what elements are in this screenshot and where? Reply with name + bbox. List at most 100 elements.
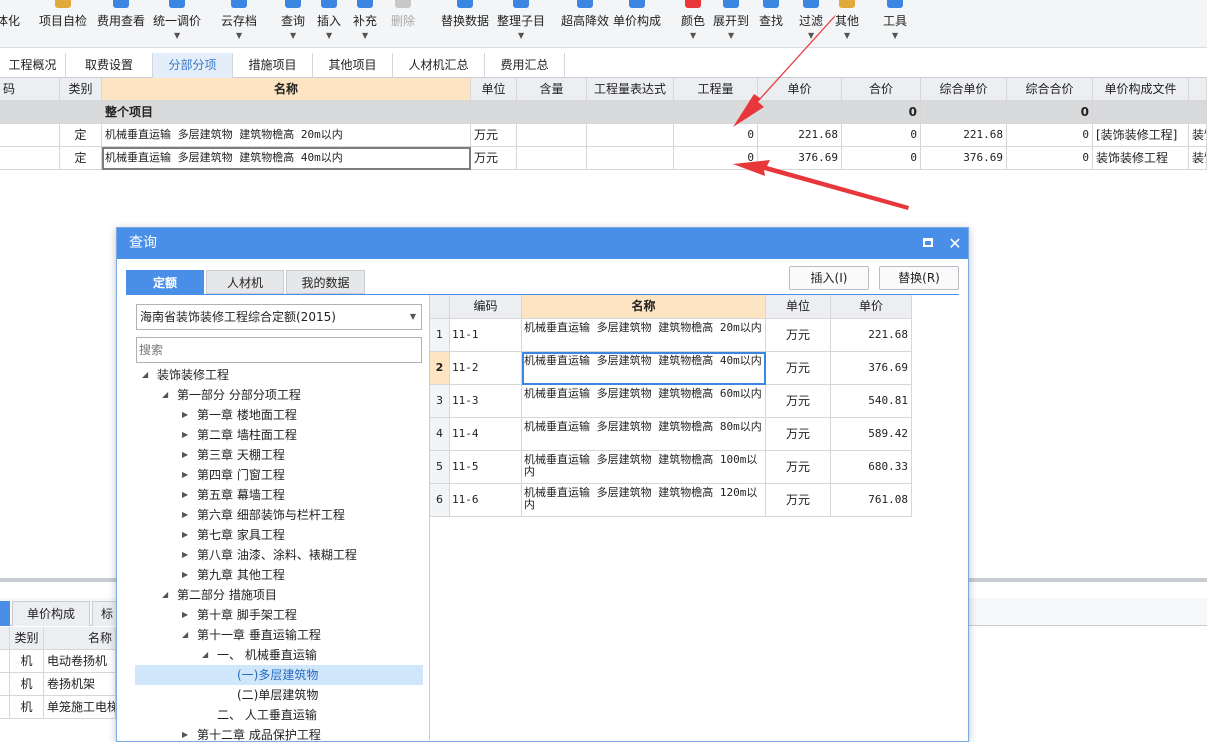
close-icon[interactable]: ✕ [947,228,963,259]
bottom-header-name[interactable]: 名称 [44,627,116,650]
tree-node[interactable]: ▶ 第二章 墙柱面工程 [135,425,423,445]
tree-node[interactable]: ▶ 第四章 门窗工程 [135,465,423,485]
tree-node[interactable]: ▶ 第六章 细部装饰与栏杆工程 [135,505,423,525]
dialog-tab-labor-material[interactable]: 人材机 [206,270,284,294]
table-row[interactable]: 3 11-3 机械垂直运输 多层建筑物 建筑物檐高 60m以内 万元 540.8… [430,385,912,418]
tree-node[interactable]: ▶ 第十章 脚手架工程 [135,605,423,625]
insert-button[interactable]: 插入(I) [789,266,869,290]
row-content[interactable] [517,147,587,170]
tree-node[interactable]: ◢ 一、 机械垂直运输 [135,645,423,665]
row-unit[interactable]: 万元 [471,147,517,170]
tree-node[interactable]: ◢ 装饰装修工程 [135,365,423,385]
quota-grid: 编码 名称 单位 单价 1 11-1 机械垂直运输 多层建筑物 建筑物檐高 20… [429,295,966,740]
toolbar-btn-high-rise[interactable]: 超高降效 [558,0,612,48]
toolbar-btn-replace-data[interactable]: 替换数据 [438,0,492,48]
header-unit[interactable]: 单位 [766,295,831,319]
toolbar-btn-other[interactable]: 其他 ▼ [830,0,864,48]
query-dialog: 查询 ✕ 定额 人材机 我的数据 插入(I) 替换(R) 海南省装饰装修工程综合… [116,227,969,742]
dialog-tab-my-data[interactable]: 我的数据 [286,270,365,294]
tab-project-overview[interactable]: 工程概况 [0,53,66,78]
tree-node[interactable]: ▶ 第七章 家具工程 [135,525,423,545]
toolbar-btn-find[interactable]: 查找 [754,0,788,48]
toolbar-btn-unit-price[interactable]: 单价构成 [610,0,664,48]
maximize-icon[interactable] [923,238,933,247]
replace-button[interactable]: 替换(R) [879,266,959,290]
tree-node[interactable]: ▶ 第九章 其他工程 [135,565,423,585]
bottom-header-type[interactable]: 类别 [10,627,44,650]
toolbar-btn-supplement[interactable]: 补充 ▼ [348,0,382,48]
header-type[interactable]: 类别 [60,78,102,101]
tab-measures[interactable]: 措施项目 [233,53,313,78]
header-comp-total[interactable]: 综合合价 [1007,78,1093,101]
table-row-selected[interactable]: 2 11-2 机械垂直运输 多层建筑物 建筑物檐高 40m以内 万元 376.6… [430,352,912,385]
toolbar-btn-cloud[interactable]: 云存档 ▼ [216,0,262,48]
grid-summary-row[interactable]: 整个项目 0 0 [0,101,1207,124]
header-content[interactable]: 含量 [517,78,587,101]
table-row[interactable]: 定 机械垂直运输 多层建筑物 建筑物檐高 40m以内 万元 0 376.69 0… [0,147,1207,170]
row-price-file[interactable]: 装饰装修工程 [1093,147,1189,170]
header-price[interactable]: 单价 [758,78,842,101]
dialog-tab-quota[interactable]: 定额 [126,270,204,294]
header-code[interactable]: 编码 [450,295,522,319]
tree-node-selected[interactable]: (一)多层建筑物 [135,665,423,685]
toolbar-btn-organize[interactable]: 整理子目 ▼ [494,0,548,48]
row-content[interactable] [517,124,587,147]
row-unit[interactable]: 万元 [471,124,517,147]
row-qty-expr[interactable] [587,147,674,170]
toolbar-btn-self-check[interactable]: 项目自检 [36,0,90,48]
tab-fee-summary[interactable]: 费用汇总 [485,53,565,78]
tree-node[interactable]: ◢ 第二部分 措施项目 [135,585,423,605]
toolbar-btn-tools[interactable]: 工具 ▼ [878,0,912,48]
search-input[interactable] [136,337,422,363]
header-price[interactable]: 单价 [831,295,912,319]
header-qty[interactable]: 工程量 [674,78,758,101]
toolbar-btn-filter[interactable]: 过滤 ▼ [794,0,828,48]
tab-items[interactable]: 分部分项 [153,53,233,78]
bottom-tab-active-edge[interactable] [0,601,10,626]
toolbar-btn-query[interactable]: 查询 ▼ [276,0,310,48]
header-code[interactable]: 码 [0,78,60,101]
row-unit: 万元 [766,352,831,385]
header-comp-price[interactable]: 综合单价 [921,78,1007,101]
toolbar-btn-insert[interactable]: 插入 ▼ [312,0,346,48]
tree-node[interactable]: ▶ 第三章 天棚工程 [135,445,423,465]
tree-node[interactable]: (二)单层建筑物 [135,685,423,705]
header-name[interactable]: 名称 [522,295,766,319]
tab-labor-material-summary[interactable]: 人材机汇总 [393,53,485,78]
tree-node[interactable]: ◢ 第十一章 垂直运输工程 [135,625,423,645]
toolbar-btn-fee-view[interactable]: 费用查看 [94,0,148,48]
dialog-title[interactable]: 查询 [117,228,968,259]
tab-fee-settings[interactable]: 取费设置 [66,53,153,78]
header-unit[interactable]: 单位 [471,78,517,101]
table-row[interactable]: 6 11-6 机械垂直运输 多层建筑物 建筑物檐高 120m以内 万元 761.… [430,484,912,517]
tree-node[interactable]: 二、 人工垂直运输 [135,705,423,725]
tab-other-items[interactable]: 其他项目 [313,53,393,78]
row-name[interactable]: 机械垂直运输 多层建筑物 建筑物檐高 20m以内 [102,124,471,147]
tree-node[interactable]: ▶ 第一章 楼地面工程 [135,405,423,425]
toolbar-btn-color[interactable]: 颜色 ▼ [676,0,710,48]
tree-node[interactable]: ▶ 第八章 油漆、涂料、裱糊工程 [135,545,423,565]
row-qty[interactable]: 0 [674,147,758,170]
header-name[interactable]: 名称 [102,78,471,101]
row-price-file[interactable]: [装饰装修工程] [1093,124,1189,147]
bottom-tab-unit-price[interactable]: 单价构成 [12,601,90,626]
header-total[interactable]: 合价 [842,78,921,101]
row-qty[interactable]: 0 [674,124,758,147]
table-row[interactable]: 1 11-1 机械垂直运输 多层建筑物 建筑物檐高 20m以内 万元 221.6… [430,319,912,352]
chevron-right-icon: ▶ [182,430,189,439]
header-qty-expr[interactable]: 工程量表达式 [587,78,674,101]
toolbar-btn-unify[interactable]: 体化 [0,0,20,48]
toolbar-btn-adjust-price[interactable]: 统一调价 ▼ [150,0,204,48]
table-row[interactable]: 5 11-5 机械垂直运输 多层建筑物 建筑物檐高 100m以内 万元 680.… [430,451,912,484]
tree-node[interactable]: ◢ 第一部分 分部分项工程 [135,385,423,405]
table-row[interactable]: 4 11-4 机械垂直运输 多层建筑物 建筑物檐高 80m以内 万元 589.4… [430,418,912,451]
tree-node[interactable]: ▶ 第五章 幕墙工程 [135,485,423,505]
table-row[interactable]: 定 机械垂直运输 多层建筑物 建筑物檐高 20m以内 万元 0 221.68 0… [0,124,1207,147]
toolbar-btn-delete[interactable]: 删除 [386,0,420,48]
row-qty-expr[interactable] [587,124,674,147]
quota-library-select[interactable]: 海南省装饰装修工程综合定额(2015) ▼ [136,304,422,330]
tree-node[interactable]: ▶ 第十二章 成品保护工程 [135,725,423,742]
header-price-file[interactable]: 单价构成文件 [1093,78,1189,101]
row-name-selected[interactable]: 机械垂直运输 多层建筑物 建筑物檐高 40m以内 [102,147,471,170]
toolbar-btn-expand[interactable]: 展开到 ▼ [710,0,752,48]
